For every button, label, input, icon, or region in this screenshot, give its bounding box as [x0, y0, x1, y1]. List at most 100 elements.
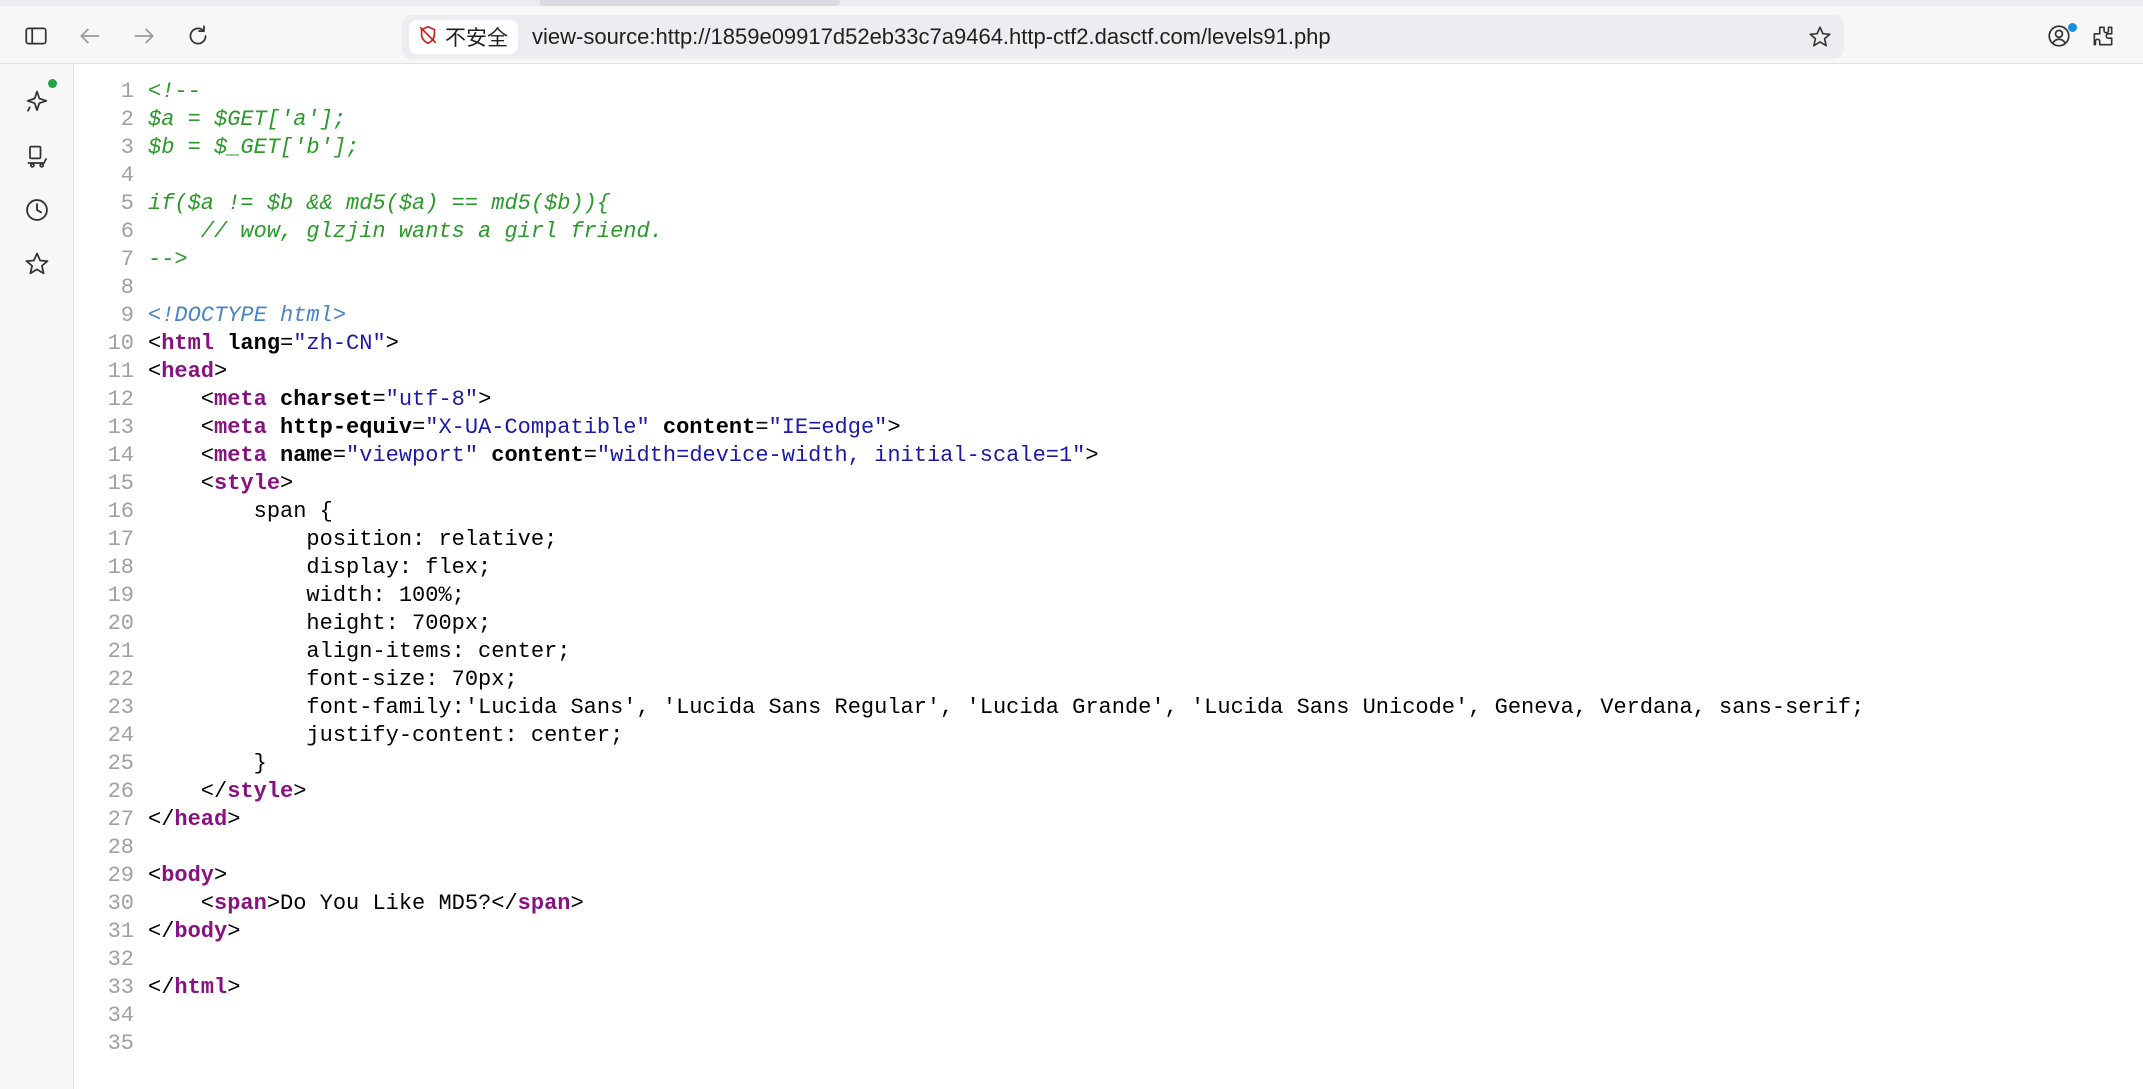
line-content: <head> — [148, 358, 227, 386]
code-token-text: > — [280, 471, 294, 496]
line-content: justify-content: center; — [148, 722, 623, 750]
address-bar[interactable]: 不安全 view-source:http://1859e09917d52eb33… — [402, 15, 1844, 59]
line-number: 30 — [107, 891, 134, 916]
view-source-content: 1 <!-- 2 $a = $GET['a']; 3 $b = $_GET['b']; 4 5… — [74, 64, 2143, 1089]
line-number: 14 — [107, 443, 134, 468]
code-token-attr: charset — [280, 387, 373, 412]
source-line: 25 } — [74, 750, 1864, 778]
code-token-attr: name — [280, 443, 333, 468]
code-token-text: } — [148, 751, 267, 776]
code-token-comment: --> — [148, 247, 188, 272]
line-number: 20 — [107, 611, 134, 636]
line-content: <meta charset="utf-8"> — [148, 386, 491, 414]
code-token-tag: style — [227, 779, 294, 804]
line-number: 2 — [120, 107, 134, 132]
browser-toolbar: 不安全 view-source:http://1859e09917d52eb33… — [0, 6, 2143, 64]
line-number: 1 — [120, 79, 134, 104]
url-text[interactable]: view-source:http://1859e09917d52eb33c7a9… — [532, 24, 1331, 50]
line-number: 4 — [120, 163, 134, 188]
line-number: 22 — [107, 667, 134, 692]
copilot-sparkle-icon[interactable] — [19, 84, 55, 120]
line-content: font-family:'Lucida Sans', 'Lucida Sans … — [148, 694, 1864, 722]
code-token-text: justify-content: center; — [148, 723, 624, 748]
line-number: 11 — [107, 359, 134, 384]
line-content: <body> — [148, 862, 227, 890]
code-token-tag: html — [174, 975, 228, 1000]
source-code-listing: 1 <!-- 2 $a = $GET['a']; 3 $b = $_GET['b']; 4 5… — [74, 78, 1865, 1058]
line-content: font-size: 70px; — [148, 666, 517, 694]
line-content: width: 100%; — [148, 582, 465, 610]
reload-icon[interactable] — [180, 18, 216, 54]
code-token-comment: <!-- — [148, 79, 201, 104]
line-content: position: relative; — [148, 526, 557, 554]
source-line: 35 — [74, 1030, 1864, 1058]
code-token-attr: content — [491, 443, 584, 468]
code-token-text: > — [385, 331, 399, 356]
security-indicator[interactable]: 不安全 — [409, 20, 518, 54]
code-token-text: </ — [148, 807, 175, 832]
favorites-star-icon[interactable] — [19, 246, 55, 282]
source-line: 17 position: relative; — [74, 526, 1864, 554]
line-number: 26 — [107, 779, 134, 804]
line-content: <span>Do You Like MD5?</span> — [148, 890, 584, 918]
line-content: <!-- — [148, 78, 201, 106]
line-content: span { — [148, 498, 333, 526]
code-token-text: </ — [148, 919, 175, 944]
source-line: 27 </head> — [74, 806, 1864, 834]
code-token-text: > — [887, 415, 901, 440]
star-icon[interactable] — [1802, 19, 1838, 55]
history-icon[interactable] — [19, 192, 55, 228]
extensions-icon[interactable] — [2085, 18, 2121, 54]
forward-arrow-icon[interactable] — [126, 18, 162, 54]
code-token-val: "utf-8" — [385, 387, 479, 412]
code-token-tag: meta — [214, 415, 267, 440]
code-token-text: = — [280, 331, 294, 356]
code-token-tag: body — [174, 919, 228, 944]
line-content: </head> — [148, 806, 240, 834]
code-token-tag: meta — [214, 443, 267, 468]
line-number: 3 — [120, 135, 134, 160]
line-number: 5 — [120, 191, 134, 216]
source-line: 24 justify-content: center; — [74, 722, 1864, 750]
code-token-text: = — [372, 387, 386, 412]
code-token-text: = — [755, 415, 769, 440]
line-number: 23 — [107, 695, 134, 720]
line-number: 34 — [107, 1003, 134, 1028]
code-token-tag: span — [214, 891, 267, 916]
line-content: } — [148, 750, 267, 778]
line-number: 7 — [120, 247, 134, 272]
code-token-val: "X-UA-Compatible" — [425, 415, 650, 440]
source-line: 23 font-family:'Lucida Sans', 'Lucida Sa… — [74, 694, 1865, 722]
line-number: 27 — [107, 807, 134, 832]
code-token-text: >Do You Like MD5?</ — [266, 891, 518, 916]
line-content: height: 700px; — [148, 610, 491, 638]
back-arrow-icon[interactable] — [72, 18, 108, 54]
code-token-text: align-items: center; — [148, 639, 571, 664]
line-number: 6 — [120, 219, 134, 244]
source-line: 21 align-items: center; — [74, 638, 1864, 666]
code-token-tag: head — [174, 807, 228, 832]
sidebar-toggle-icon[interactable] — [18, 18, 54, 54]
source-line: 20 height: 700px; — [74, 610, 1864, 638]
code-token-text: height: 700px; — [148, 611, 492, 636]
code-token-text: > — [293, 779, 307, 804]
line-content: <meta http-equiv="X-UA-Compatible" conte… — [148, 414, 901, 442]
line-content: <!DOCTYPE html> — [148, 302, 346, 330]
code-token-text: width: 100%; — [148, 583, 465, 608]
code-token-tag: span — [517, 891, 571, 916]
line-content: </style> — [148, 778, 307, 806]
code-token-text: < — [148, 331, 162, 356]
source-line: 34 — [74, 1002, 1864, 1030]
source-line: 31 </body> — [74, 918, 1864, 946]
line-content: <html lang="zh-CN"> — [148, 330, 399, 358]
source-line: 7 --> — [74, 246, 1864, 274]
code-token-text: display: flex; — [148, 555, 492, 580]
code-token-attr: http-equiv — [280, 415, 413, 440]
source-line: 9 <!DOCTYPE html> — [74, 302, 1864, 330]
shield-slash-icon — [417, 24, 439, 51]
shopping-icon[interactable] — [19, 138, 55, 174]
